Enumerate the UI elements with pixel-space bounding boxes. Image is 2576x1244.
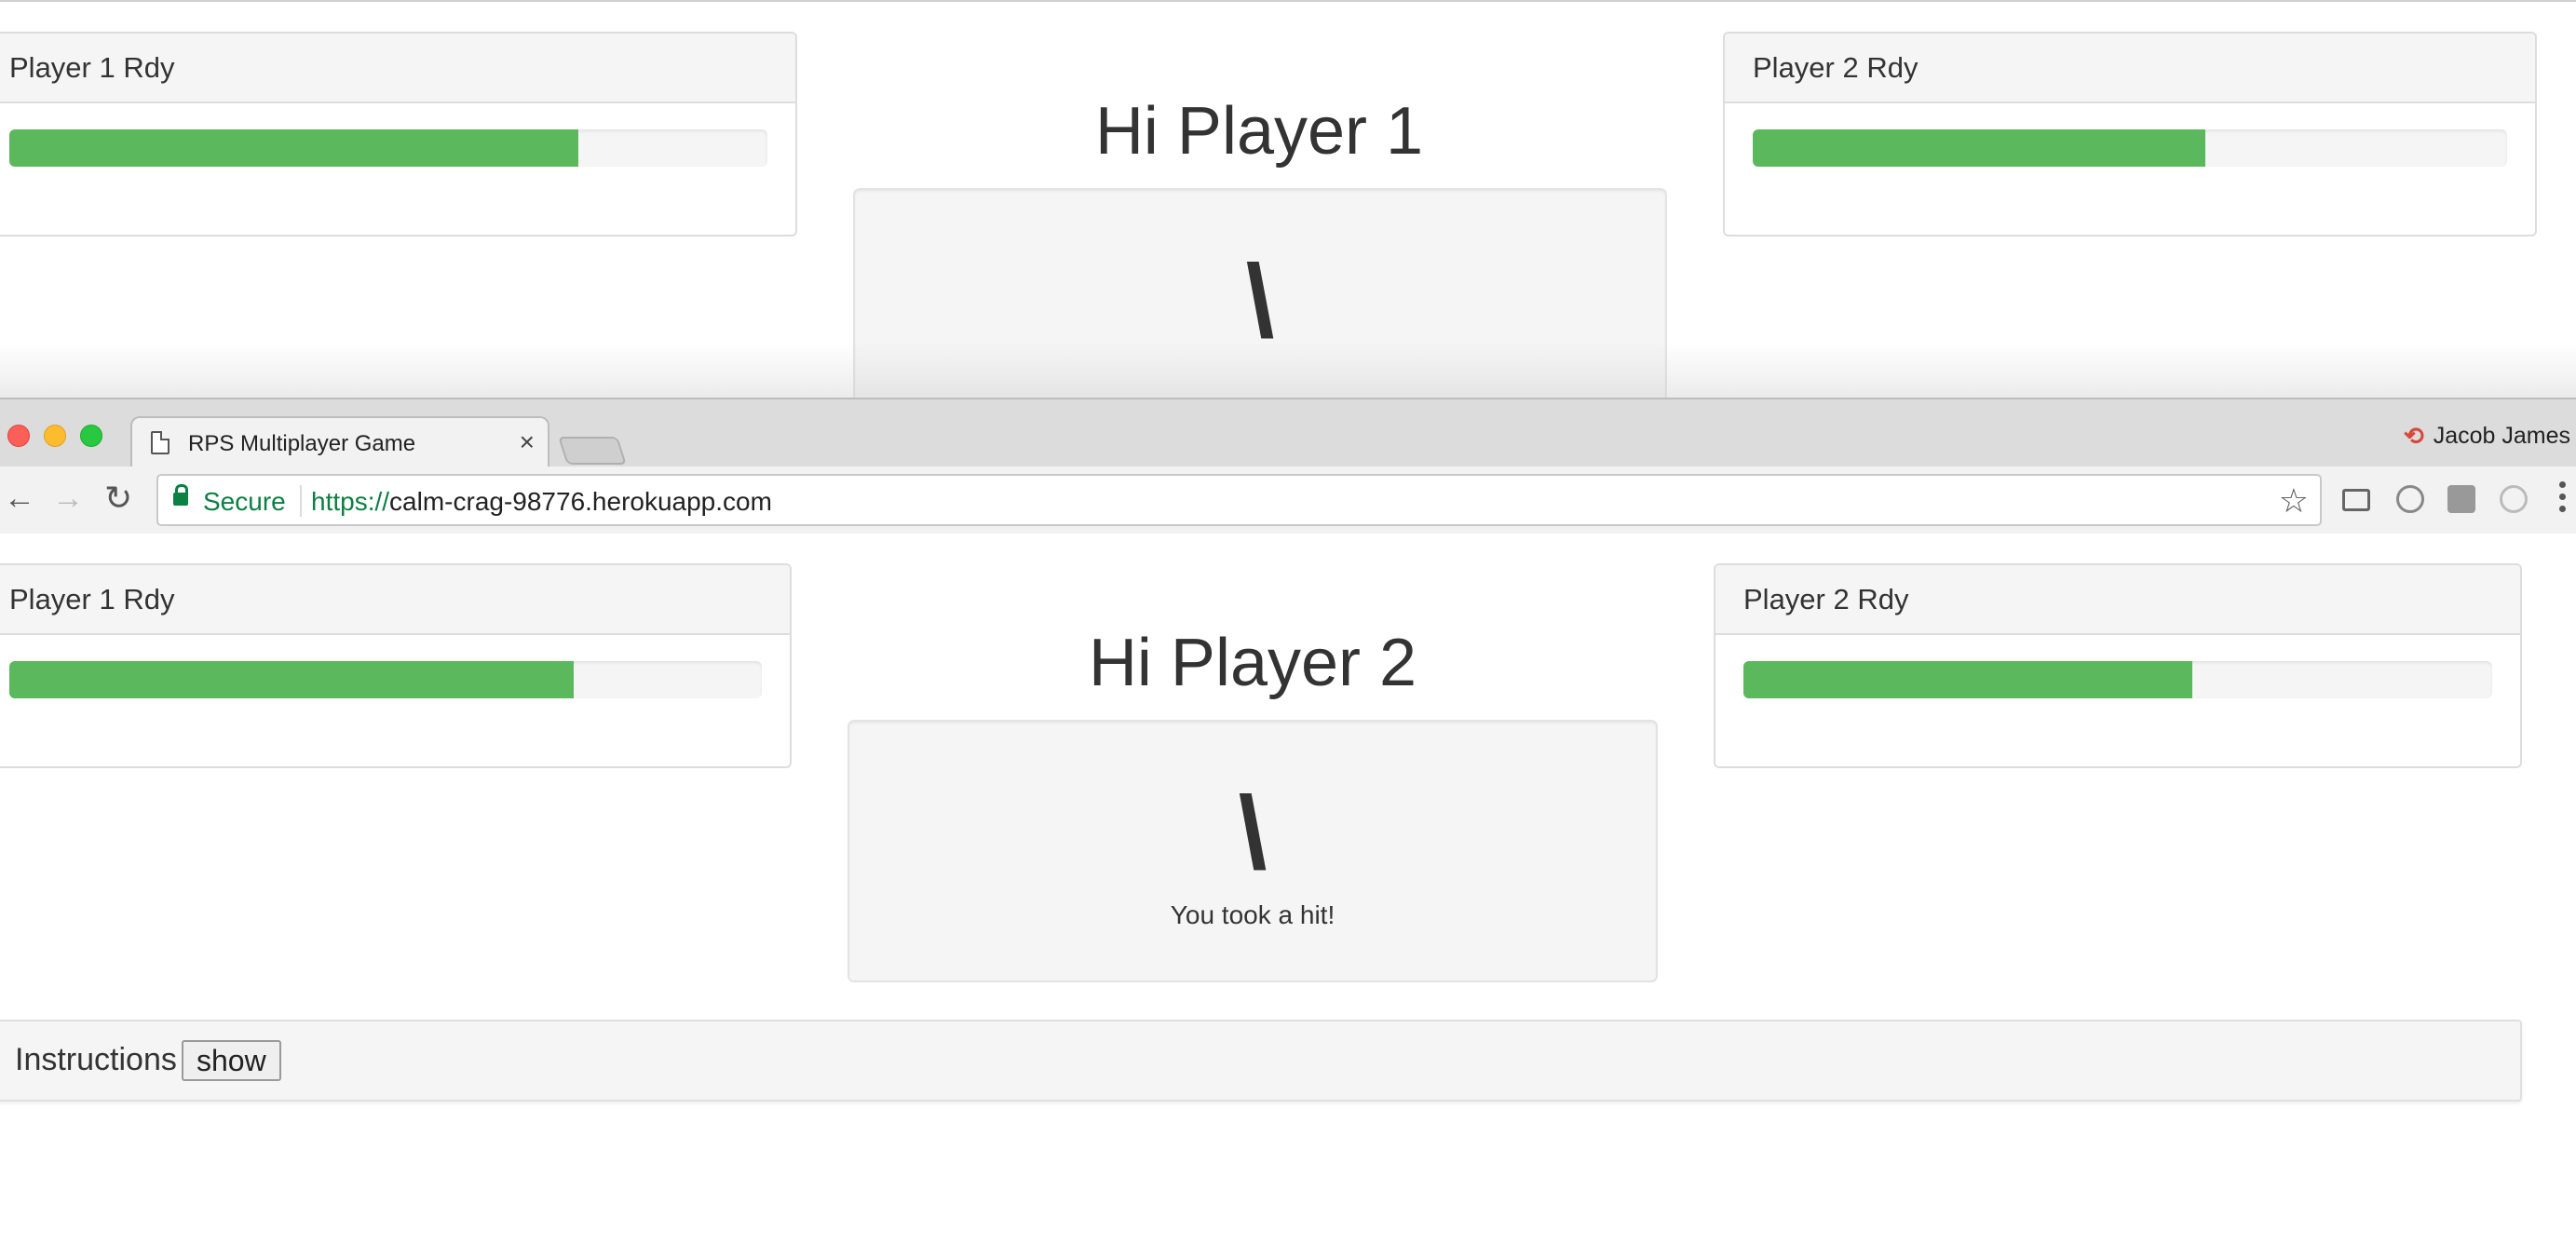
panel-heading: Player 2 Rdy	[1715, 565, 2520, 635]
player-greeting: Hi Player 2	[1088, 626, 1417, 700]
browser-toolbar: ← → ↻ Secure https://calm-crag-98776.her…	[0, 466, 2576, 535]
close-window-button[interactable]	[7, 425, 30, 447]
player2-ready-panel: Player 2 Rdy	[1723, 32, 2537, 237]
player2-ready-progress	[1743, 661, 2492, 698]
player1-ready-progress	[9, 661, 762, 698]
minimize-window-button[interactable]	[44, 425, 66, 447]
bookmark-star-icon[interactable]: ☆	[2279, 481, 2309, 521]
divider	[300, 485, 302, 517]
browser-tab-active[interactable]: RPS Multiplayer Game ×	[130, 416, 549, 468]
menu-kebab-icon[interactable]	[2559, 481, 2567, 519]
address-bar[interactable]: Secure https://calm-crag-98776.herokuapp…	[156, 474, 2322, 526]
result-box: \ You took a hit!	[847, 720, 1658, 982]
new-tab-button[interactable]	[558, 437, 627, 465]
instructions-label: Instructions	[15, 1042, 177, 1077]
url-host: calm-crag-98776.herokuapp.com	[389, 487, 772, 516]
profile-button[interactable]: ⟲ Jacob James	[2404, 422, 2570, 451]
result-message: You took a hit!	[1170, 900, 1335, 929]
panel-title: Player 2 Rdy	[1753, 50, 1918, 84]
player2-ready-panel: Player 2 Rdy	[1714, 563, 2522, 768]
screenshot: { "top_window": { "player1_panel": { "ti…	[0, 0, 2576, 1244]
player1-ready-panel: Player 1 Rdy	[0, 32, 797, 237]
url-scheme: https://	[311, 487, 390, 516]
player1-ready-panel: Player 1 Rdy	[0, 563, 792, 768]
document-icon	[151, 431, 169, 454]
sync-icon: ⟲	[2403, 422, 2424, 450]
lock-icon	[173, 484, 188, 506]
game-page: Player 1 Rdy Hi Player 2 \ You took a hi…	[0, 534, 2576, 1244]
panel-title: Player 1 Rdy	[9, 582, 175, 615]
url-text: https://calm-crag-98776.herokuapp.com	[311, 487, 772, 517]
result-symbol: \	[1238, 776, 1268, 890]
result-box: \	[853, 188, 1667, 398]
player2-ready-progress	[1753, 129, 2507, 167]
player1-ready-progress	[9, 129, 767, 167]
browser-chrome: RPS Multiplayer Game × ⟲ Jacob James ← →…	[0, 398, 2576, 535]
back-arrow-icon[interactable]: ←	[4, 480, 35, 517]
panel-heading: Player 1 Rdy	[0, 565, 790, 635]
instructions-bar: Instructions show	[0, 1020, 2522, 1102]
tab-strip: RPS Multiplayer Game × ⟲ Jacob James	[0, 399, 2576, 468]
progress-fill	[9, 129, 578, 167]
background-window: Player 1 Rdy Hi Player 1 \ Player 2 Rdy	[0, 0, 2576, 398]
extension-icon[interactable]	[2500, 485, 2528, 513]
profile-name: Jacob James	[2433, 423, 2570, 449]
progress-fill	[1753, 129, 2205, 167]
progress-fill	[9, 661, 574, 698]
panel-heading: Player 1 Rdy	[0, 34, 795, 103]
result-symbol: \	[1245, 244, 1275, 358]
tab-title: RPS Multiplayer Game	[188, 431, 416, 456]
maximize-window-button[interactable]	[80, 425, 102, 447]
reload-icon[interactable]: ↻	[104, 480, 132, 517]
cast-icon[interactable]	[2342, 489, 2370, 511]
close-tab-icon[interactable]: ×	[520, 427, 535, 457]
panel-heading: Player 2 Rdy	[1725, 34, 2535, 103]
forward-arrow-icon[interactable]: →	[52, 480, 84, 517]
panel-title: Player 1 Rdy	[9, 50, 175, 84]
extension-icon[interactable]	[2396, 485, 2424, 513]
panel-title: Player 2 Rdy	[1743, 582, 1909, 615]
progress-fill	[1743, 661, 2193, 698]
react-devtools-icon[interactable]	[2447, 485, 2475, 513]
secure-label: Secure	[203, 487, 286, 516]
show-instructions-button[interactable]: show	[182, 1040, 281, 1081]
player-greeting: Hi Player 1	[1094, 94, 1424, 169]
